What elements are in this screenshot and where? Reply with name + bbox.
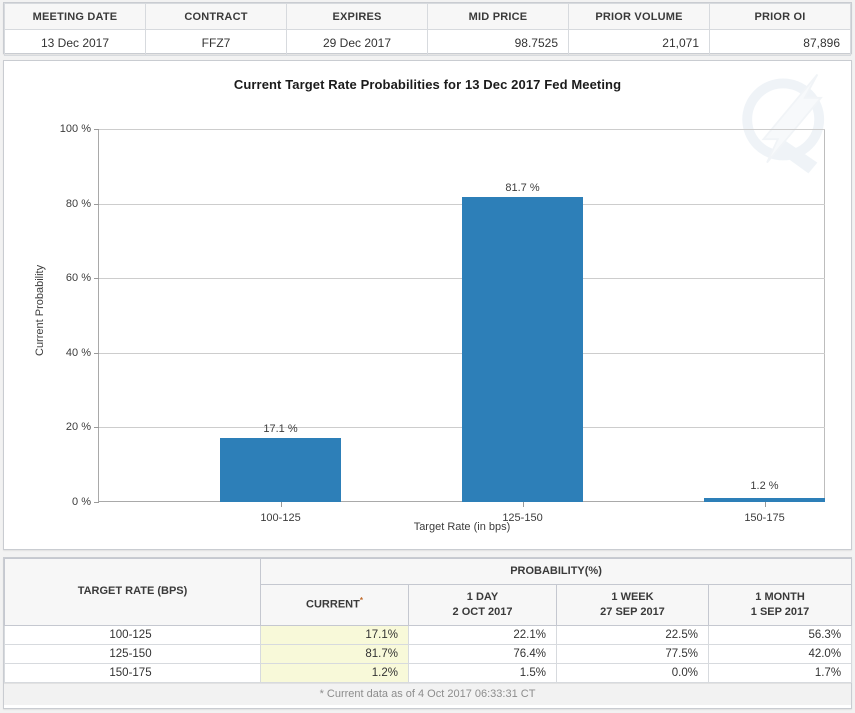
header-1-week-sublabel: 27 SEP 2017 [600, 605, 665, 618]
header-target-rate: TARGET RATE (BPS) [4, 558, 261, 626]
bar-value-100-125: 17.1 % [263, 423, 298, 435]
cell-rate-2: 150-175 [4, 662, 261, 683]
tick-mark-40 [94, 352, 99, 354]
cell-1week-0: 22.5% [556, 624, 709, 645]
cell-prior-volume: 21,071 [568, 29, 710, 56]
cell-1week-1: 77.5% [556, 643, 709, 664]
header-1-month-sublabel: 1 SEP 2017 [750, 605, 810, 618]
chart-right-border [824, 129, 825, 502]
tick-mark-20 [94, 427, 99, 429]
y-tick-label-100: 100 % [59, 123, 91, 135]
chart-y-axis-line [98, 129, 99, 502]
header-1-day-label: 1 DAY [466, 590, 499, 603]
cell-1week-2: 0.0% [556, 662, 709, 683]
y-tick-label-0: 0 % [72, 496, 91, 508]
header-prior-oi: PRIOR OI [709, 3, 851, 30]
cell-current-2: 1.2% [260, 662, 409, 683]
cell-mid-price: 98.7525 [427, 29, 569, 56]
gridline-100 [99, 129, 825, 130]
cell-1day-1: 76.4% [408, 643, 557, 664]
y-tick-label-60: 60 % [65, 272, 91, 285]
contract-summary-panel: MEETING DATE CONTRACT EXPIRES MID PRICE … [3, 2, 852, 56]
cell-meeting-date: 13 Dec 2017 [4, 29, 146, 56]
cell-1day-2: 1.5% [408, 662, 557, 683]
tick-mark-100 [94, 129, 99, 130]
page-root: MEETING DATE CONTRACT EXPIRES MID PRICE … [0, 0, 855, 713]
header-1-month: 1 MONTH 1 SEP 2017 [707, 583, 853, 626]
header-probability-group: PROBABILITY(%) [259, 558, 853, 585]
cell-1day-0: 22.1% [408, 624, 557, 645]
header-current: CURRENT* [260, 583, 409, 626]
tick-mark-0 [94, 502, 99, 503]
table-header-row: MEETING DATE CONTRACT EXPIRES MID PRICE … [4, 3, 851, 30]
contract-summary-table: MEETING DATE CONTRACT EXPIRES MID PRICE … [4, 3, 851, 56]
cell-rate-0: 100-125 [4, 624, 261, 645]
x-tick-100-125 [280, 502, 282, 507]
bar-value-150-175: 1.2 % [750, 480, 779, 492]
y-tick-label-80: 80 % [65, 197, 91, 210]
chart-title: Current Target Rate Probabilities for 13… [233, 77, 622, 92]
chart-plot-area: 100 % 80 % 60 % 40 % 20 % 0 % 17.1 % 100… [60, 123, 825, 524]
cell-1month-1: 42.0% [707, 643, 853, 664]
cell-rate-1: 125-150 [4, 643, 261, 664]
probability-chart-panel: Current Target Rate Probabilities for 13… [3, 60, 852, 550]
header-1-day-sublabel: 2 OCT 2017 [452, 605, 513, 618]
cell-1month-2: 1.7% [707, 662, 853, 683]
header-prior-volume: PRIOR VOLUME [568, 3, 710, 30]
header-current-label: CURRENT [306, 599, 360, 612]
cell-contract: FFZ7 [145, 29, 287, 56]
cell-expires: 29 Dec 2017 [286, 29, 428, 56]
header-meeting-date: MEETING DATE [4, 3, 146, 30]
y-tick-label-40: 40 % [65, 346, 91, 359]
header-1-day: 1 DAY 2 OCT 2017 [408, 583, 557, 626]
table-row: 125-150 81.7% 76.4% 77.5% 42.0% [4, 643, 853, 664]
probability-table: TARGET RATE (BPS) PROBABILITY(%) CURRENT… [4, 558, 853, 683]
header-1-week: 1 WEEK 27 SEP 2017 [556, 583, 709, 626]
chart-y-axis-label: Current Probability [34, 264, 46, 356]
bar-125-150[interactable] [462, 197, 583, 502]
y-tick-label-20: 20 % [65, 421, 91, 434]
cell-current-0: 17.1% [260, 624, 409, 645]
header-1-month-label: 1 MONTH [755, 590, 805, 603]
bar-100-125[interactable] [220, 438, 341, 502]
header-mid-price: MID PRICE [427, 3, 569, 30]
bar-value-125-150: 81.7 % [505, 182, 540, 194]
table-row: 150-175 1.2% 1.5% 0.0% 1.7% [4, 662, 853, 683]
table-row: 100-125 17.1% 22.1% 22.5% 56.3% [4, 624, 853, 645]
chart-x-axis-label: Target Rate (in bps) [413, 521, 511, 533]
header-current-asterisk: * [359, 596, 363, 606]
x-tick-150-175 [764, 502, 766, 507]
tick-mark-60 [94, 278, 99, 280]
cell-1month-0: 56.3% [707, 624, 853, 645]
tick-mark-80 [94, 203, 99, 205]
table-row: 13 Dec 2017 FFZ7 29 Dec 2017 98.7525 21,… [4, 29, 851, 56]
cell-current-1: 81.7% [260, 643, 409, 664]
probability-table-panel: TARGET RATE (BPS) PROBABILITY(%) CURRENT… [3, 557, 853, 709]
header-contract: CONTRACT [145, 3, 287, 30]
probability-group-header-row: TARGET RATE (BPS) PROBABILITY(%) [4, 558, 853, 626]
x-tick-125-150 [522, 502, 524, 507]
cell-prior-oi: 87,896 [709, 29, 851, 56]
header-1-week-label: 1 WEEK [611, 590, 654, 603]
header-expires: EXPIRES [286, 3, 428, 30]
table-footnote: * Current data as of 4 Oct 2017 06:33:31… [4, 682, 851, 705]
